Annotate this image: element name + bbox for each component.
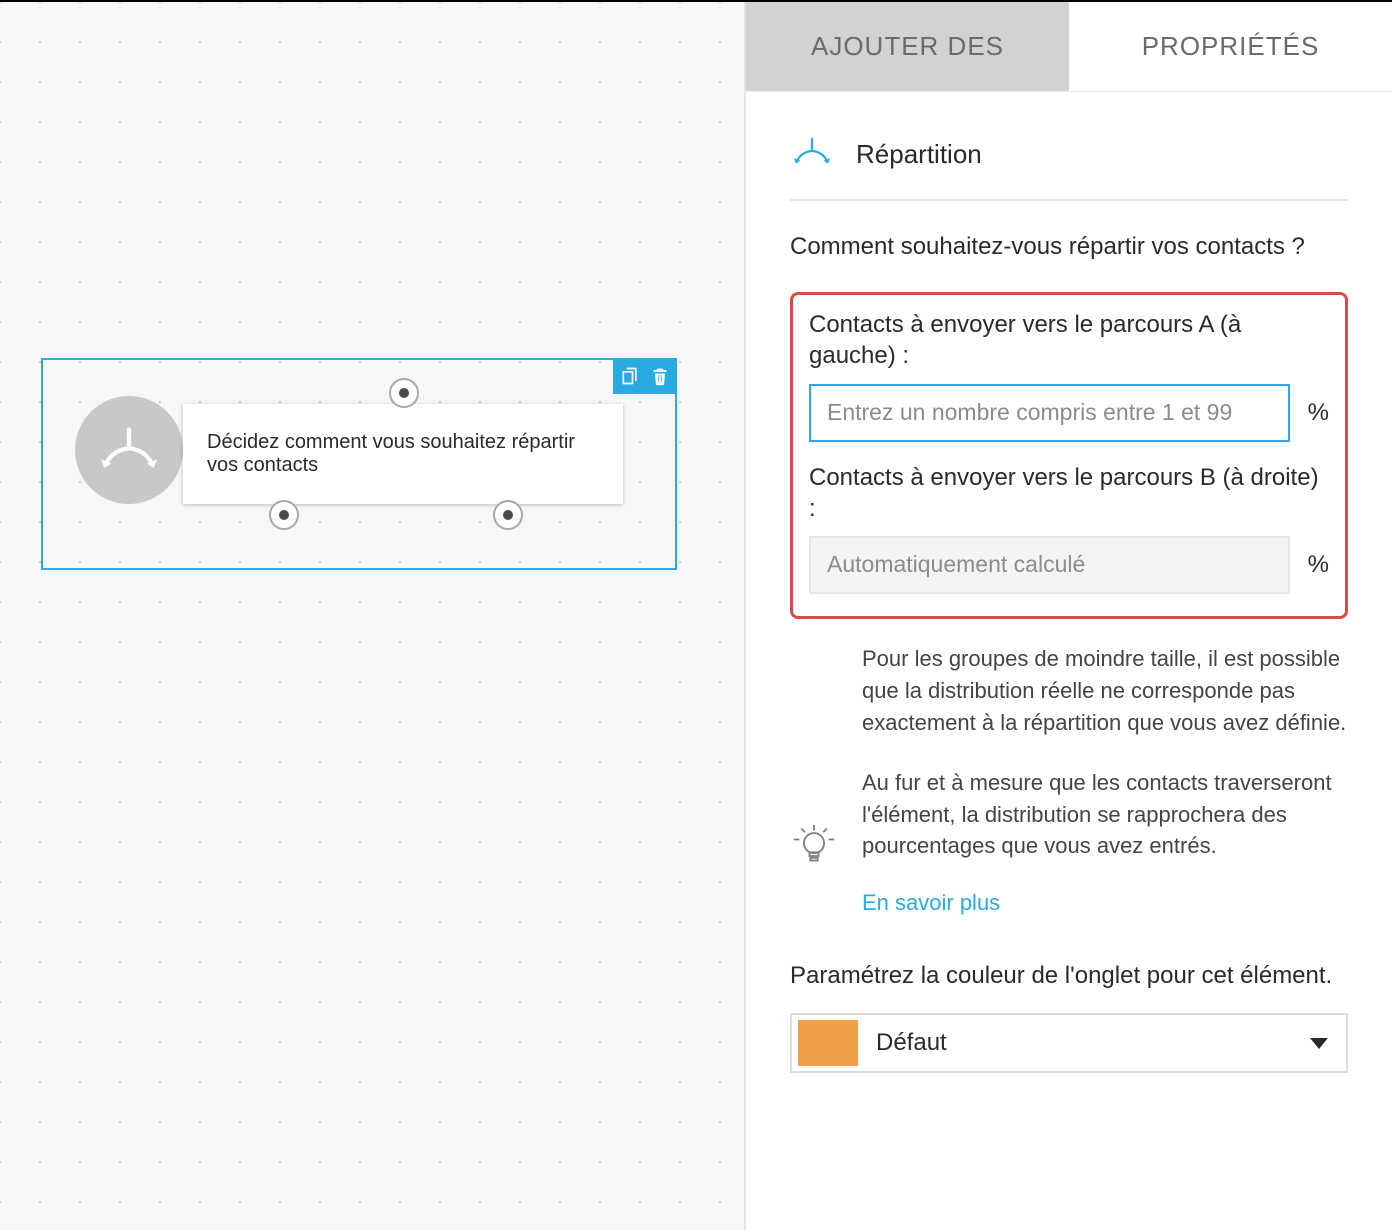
path-b-label: Contacts à envoyer vers le parcours B (à… bbox=[809, 462, 1329, 524]
learn-more-link[interactable]: En savoir plus bbox=[862, 890, 1348, 916]
panel-title: Répartition bbox=[856, 139, 982, 170]
path-a-label: Contacts à envoyer vers le parcours A (à… bbox=[809, 309, 1329, 371]
percent-symbol: % bbox=[1308, 551, 1329, 579]
color-select-value: Défaut bbox=[876, 1029, 1292, 1057]
node-toolbar bbox=[613, 358, 677, 394]
split-node-selection[interactable]: Décidez comment vous souhaitez répartir … bbox=[41, 358, 677, 570]
color-section-label: Paramétrez la couleur de l'onglet pour c… bbox=[790, 960, 1348, 991]
panel-question: Comment souhaitez-vous répartir vos cont… bbox=[790, 231, 1348, 262]
info-text-2: Au fur et à mesure que les contacts trav… bbox=[862, 767, 1348, 863]
sidebar-tabs: AJOUTER DES PROPRIÉTÉS bbox=[746, 2, 1392, 92]
sidebar: AJOUTER DES PROPRIÉTÉS Répartition Comme… bbox=[744, 2, 1392, 1230]
chevron-down-icon bbox=[1310, 1038, 1328, 1049]
path-a-input[interactable] bbox=[809, 384, 1290, 442]
split-icon bbox=[75, 396, 183, 504]
workflow-canvas[interactable]: Décidez comment vous souhaitez répartir … bbox=[0, 2, 744, 1230]
lightbulb-icon bbox=[790, 643, 838, 916]
tab-properties[interactable]: PROPRIÉTÉS bbox=[1069, 2, 1392, 91]
split-icon bbox=[790, 132, 834, 177]
split-node-card[interactable]: Décidez comment vous souhaitez répartir … bbox=[183, 404, 623, 504]
path-b-input bbox=[809, 536, 1290, 594]
percent-symbol: % bbox=[1308, 399, 1329, 427]
color-select[interactable]: Défaut bbox=[790, 1013, 1348, 1073]
panel-header: Répartition bbox=[790, 132, 1348, 201]
trash-icon[interactable] bbox=[649, 365, 671, 387]
info-text-1: Pour les groupes de moindre taille, il e… bbox=[862, 643, 1348, 739]
node-port-in[interactable] bbox=[389, 378, 419, 408]
tab-add[interactable]: AJOUTER DES bbox=[746, 2, 1069, 91]
node-port-out-b[interactable] bbox=[493, 500, 523, 530]
highlight-annotation: Contacts à envoyer vers le parcours A (à… bbox=[790, 292, 1348, 619]
color-swatch bbox=[798, 1020, 858, 1066]
node-port-out-a[interactable] bbox=[269, 500, 299, 530]
node-card-text: Décidez comment vous souhaitez répartir … bbox=[207, 431, 599, 477]
duplicate-icon[interactable] bbox=[619, 365, 641, 387]
